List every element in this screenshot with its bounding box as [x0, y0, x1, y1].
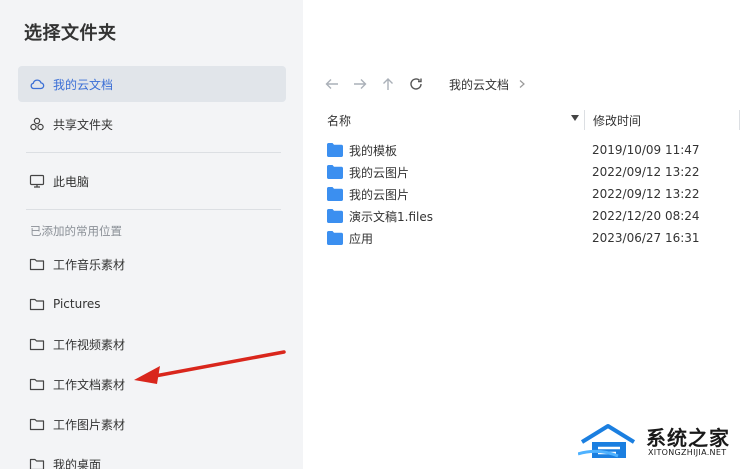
file-modified: 2022/09/12 13:22 [592, 165, 700, 179]
sidebar-item-label: 我的云文档 [53, 77, 114, 92]
file-modified: 2019/10/09 11:47 [592, 143, 700, 157]
sidebar-item-work-music[interactable]: 工作音乐素材 [18, 246, 286, 282]
sidebar-item-this-pc[interactable]: 此电脑 [18, 163, 286, 199]
sidebar-item-label: 工作音乐素材 [53, 257, 126, 272]
sidebar-divider [26, 152, 281, 153]
file-modified: 2022/09/12 13:22 [592, 187, 700, 201]
sidebar-item-label: 共享文件夹 [53, 117, 114, 132]
watermark-subtitle: XITONGZHIJIA.NET [648, 448, 727, 457]
sidebar-item-work-video[interactable]: 工作视频素材 [18, 326, 286, 362]
column-separator[interactable] [739, 110, 740, 130]
folder-picker-sidebar: 选择文件夹 我的云文档 共享文件夹 此电脑 已添加的常用位置 工作音乐素材 Pi… [0, 0, 303, 469]
sidebar-item-my-desktop[interactable]: 我的桌面 [18, 446, 286, 469]
folder-outline-icon [29, 456, 45, 469]
folder-icon [327, 231, 343, 245]
forward-button[interactable] [351, 75, 369, 93]
sidebar-item-label: 工作文档素材 [53, 377, 126, 392]
dialog-title: 选择文件夹 [24, 23, 117, 44]
sort-down-icon[interactable] [571, 115, 579, 121]
back-button[interactable] [323, 75, 341, 93]
arrow-right-icon [354, 79, 367, 89]
file-row[interactable]: 我的云图片 2022/09/12 13:22 [327, 184, 727, 204]
sidebar-item-label: 工作图片素材 [53, 417, 126, 432]
breadcrumb: 我的云文档 [449, 76, 527, 93]
sidebar-item-pictures[interactable]: Pictures [18, 286, 286, 322]
refresh-icon [410, 78, 422, 90]
folder-outline-icon [29, 296, 45, 312]
file-name: 我的模板 [349, 143, 398, 158]
sidebar-item-work-docs[interactable]: 工作文档素材 [18, 366, 286, 402]
arrow-left-icon [325, 79, 338, 89]
file-browser-pane: 我的云文档 名称 修改时间 我的模板 2019/10/09 11:47 我的云图… [303, 0, 743, 469]
arrow-up-icon [383, 78, 393, 90]
sidebar-item-label: 此电脑 [53, 174, 90, 189]
column-header-modified[interactable]: 修改时间 [593, 112, 641, 129]
file-name: 我的云图片 [349, 187, 410, 202]
watermark-title: 系统之家 [646, 426, 730, 450]
folder-outline-icon [29, 416, 45, 432]
folder-icon [327, 143, 343, 157]
site-watermark: 系统之家 XITONGZHIJIA.NET [577, 418, 738, 462]
sidebar-item-label: Pictures [53, 297, 101, 311]
sidebar-divider [26, 209, 281, 210]
breadcrumb-item-my-cloud-docs[interactable]: 我的云文档 [449, 76, 509, 93]
navigation-toolbar: 我的云文档 [323, 74, 527, 94]
cloud-icon [29, 76, 45, 92]
file-row[interactable]: 我的模板 2019/10/09 11:47 [327, 140, 727, 160]
column-separator[interactable] [584, 110, 585, 130]
column-header-name[interactable]: 名称 [327, 112, 351, 129]
folder-outline-icon [29, 336, 45, 352]
file-row[interactable]: 演示文稿1.files 2022/12/20 08:24 [327, 206, 727, 226]
watermark-house-logo-icon [577, 424, 636, 458]
monitor-icon [29, 173, 45, 189]
sidebar-item-label: 工作视频素材 [53, 337, 126, 352]
file-modified: 2022/12/20 08:24 [592, 209, 700, 223]
file-name: 应用 [349, 231, 374, 246]
up-button[interactable] [379, 75, 397, 93]
sidebar-item-work-images[interactable]: 工作图片素材 [18, 406, 286, 442]
file-modified: 2023/06/27 16:31 [592, 231, 700, 245]
file-name: 我的云图片 [349, 165, 410, 180]
sidebar-item-shared-folders[interactable]: 共享文件夹 [18, 106, 286, 142]
file-row[interactable]: 我的云图片 2022/09/12 13:22 [327, 162, 727, 182]
file-row[interactable]: 应用 2023/06/27 16:31 [327, 228, 727, 248]
folder-outline-icon [29, 256, 45, 272]
common-locations-heading: 已添加的常用位置 [30, 224, 122, 238]
folder-icon [327, 187, 343, 201]
folder-icon [327, 209, 343, 223]
file-name: 演示文稿1.files [349, 209, 433, 224]
folder-outline-icon [29, 376, 45, 392]
sidebar-item-label: 我的桌面 [53, 457, 102, 469]
refresh-button[interactable] [407, 75, 425, 93]
share-icon [29, 116, 45, 132]
folder-icon [327, 165, 343, 179]
chevron-right-icon[interactable] [517, 79, 527, 89]
sidebar-item-my-cloud-docs[interactable]: 我的云文档 [18, 66, 286, 102]
